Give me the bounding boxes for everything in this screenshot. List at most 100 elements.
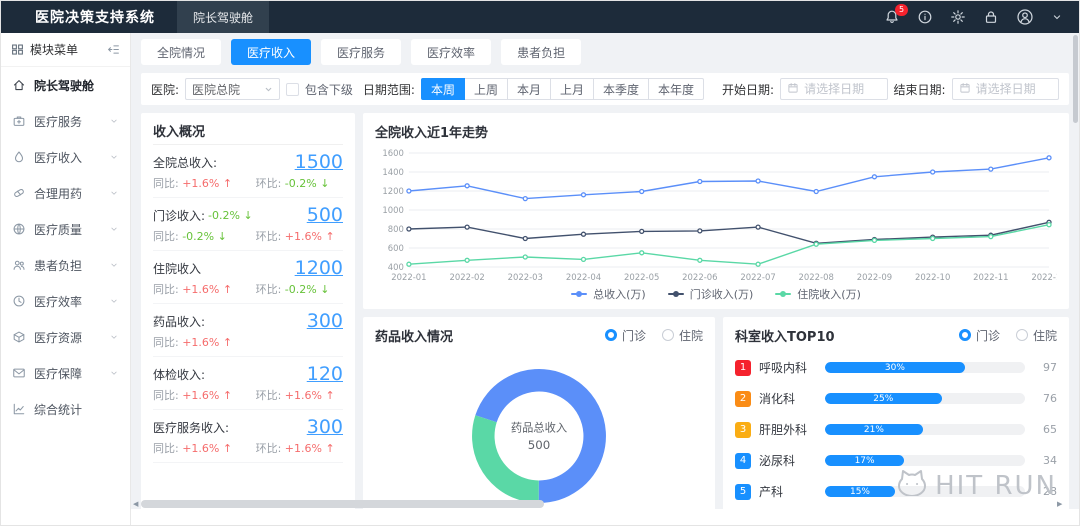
range-this-quarter[interactable]: 本季度 xyxy=(593,78,649,100)
medication-icon xyxy=(12,186,26,200)
vertical-scroll-thumb[interactable] xyxy=(1073,35,1078,123)
scroll-left-icon[interactable]: ◀ xyxy=(133,500,141,508)
range-this-month[interactable]: 本月 xyxy=(507,78,551,100)
drug-radio-inpatient[interactable]: 住院 xyxy=(662,327,703,344)
svg-text:2022-09: 2022-09 xyxy=(857,272,892,282)
app-title: 医院决策支持系统 xyxy=(35,7,155,27)
svg-text:2022-02: 2022-02 xyxy=(449,272,484,282)
drug-radio-outpatient[interactable]: 门诊 xyxy=(605,327,646,344)
sidebar-item-medical-income[interactable]: 医疗收入 xyxy=(1,139,130,175)
medical-service-icon xyxy=(12,114,26,128)
workspace-tab[interactable]: 院长驾驶舱 xyxy=(177,1,269,33)
legend-item[interactable]: 门诊收入(万) xyxy=(668,286,754,302)
svg-text:800: 800 xyxy=(388,224,404,234)
range-this-week[interactable]: 本周 xyxy=(421,78,465,100)
end-date-field[interactable] xyxy=(976,82,1052,96)
bottom-strip xyxy=(131,509,1079,526)
svg-text:2022-07: 2022-07 xyxy=(740,272,775,282)
dept-name: 消化科 xyxy=(759,390,817,407)
sidebar-item-medical-efficiency[interactable]: 医疗效率 xyxy=(1,283,130,319)
chevron-down-icon xyxy=(109,296,119,306)
chevron-down-icon[interactable] xyxy=(1051,11,1063,23)
chevron-down-icon xyxy=(109,224,119,234)
info-icon[interactable] xyxy=(917,9,933,25)
start-date-field[interactable] xyxy=(804,82,880,96)
legend-marker-icon xyxy=(775,293,791,295)
sidebar-item-medical-insurance[interactable]: 医疗保障 xyxy=(1,355,130,391)
sidebar-item-rational-drug-use[interactable]: 合理用药 xyxy=(1,175,130,211)
income-item-value-link[interactable]: 1500 xyxy=(295,152,343,172)
include-children-checkbox[interactable] xyxy=(286,83,299,96)
sidebar-item-patient-burden[interactable]: 患者负担 xyxy=(1,247,130,283)
dept-value: 65 xyxy=(1033,423,1057,436)
tab-patient-burden[interactable]: 患者负担 xyxy=(501,39,581,65)
dept-radio-inpatient[interactable]: 住院 xyxy=(1016,327,1057,344)
legend-item[interactable]: 住院收入(万) xyxy=(775,286,861,302)
rank-badge: 1 xyxy=(735,360,751,376)
dept-bar-fill: 17% xyxy=(825,455,904,466)
income-item-inpatient-income: 住院收入1200同比: +1.6% ↑环比: -0.2% ↓ xyxy=(153,251,343,304)
income-item-value-link[interactable]: 500 xyxy=(307,205,343,225)
start-date-input[interactable] xyxy=(780,78,887,100)
legend-marker-icon xyxy=(571,293,587,295)
tab-medical-income[interactable]: 医疗收入 xyxy=(231,39,311,65)
dept-top10-title: 科室收入TOP10 xyxy=(735,326,835,345)
dept-name: 泌尿科 xyxy=(759,452,817,469)
hospital-select[interactable]: 医院总院 xyxy=(185,78,280,100)
horizontal-scroll-thumb[interactable] xyxy=(141,500,544,508)
income-item-label: 住院收入 xyxy=(153,260,201,277)
legend-item[interactable]: 总收入(万) xyxy=(571,286,646,302)
range-this-year[interactable]: 本年度 xyxy=(648,78,704,100)
radio-icon xyxy=(1016,329,1028,341)
hospital-label: 医院: xyxy=(151,81,179,98)
end-date-input[interactable] xyxy=(952,78,1059,100)
sidebar-item-medical-resource[interactable]: 医疗资源 xyxy=(1,319,130,355)
sidebar-item-dashboard[interactable]: 院长驾驶舱 xyxy=(1,67,130,103)
collapse-sidebar-icon[interactable] xyxy=(107,43,120,56)
rank-badge: 2 xyxy=(735,391,751,407)
home-icon xyxy=(12,78,26,92)
trend-chart-panel: 全院收入近1年走势 40060080010001200140016002022-… xyxy=(363,113,1069,309)
income-item-note: -0.2% ↓ xyxy=(208,209,253,222)
chevron-down-icon xyxy=(109,188,119,198)
radio-icon xyxy=(662,329,674,341)
user-avatar-icon[interactable] xyxy=(1016,8,1034,26)
main-content: 全院情况医疗收入医疗服务医疗效率患者负担 医院: 医院总院 包含下级 日期范围:… xyxy=(131,33,1079,526)
gear-icon[interactable] xyxy=(950,9,966,25)
income-item-value-link[interactable]: 1200 xyxy=(295,258,343,278)
scroll-right-icon[interactable]: ▶ xyxy=(1057,500,1065,508)
income-item-medical-service-income: 医疗服务收入:300同比: +1.6% ↑环比: +1.6% ↑ xyxy=(153,410,343,463)
dept-radio-outpatient[interactable]: 门诊 xyxy=(959,327,1000,344)
income-item-value-link[interactable]: 300 xyxy=(307,311,343,331)
lock-icon[interactable] xyxy=(983,9,999,25)
income-item-value-link[interactable]: 300 xyxy=(307,417,343,437)
range-last-month[interactable]: 上月 xyxy=(550,78,594,100)
horizontal-scroll-track[interactable] xyxy=(141,500,1057,508)
income-item-physical-exam-income: 体检收入:120同比: +1.6% ↑环比: +1.6% ↑ xyxy=(153,357,343,410)
sidebar-header: 模块菜单 xyxy=(1,33,130,67)
sidebar-item-medical-service[interactable]: 医疗服务 xyxy=(1,103,130,139)
income-item-mom-value: +1.6% ↑ xyxy=(285,442,335,455)
svg-text:2022-03: 2022-03 xyxy=(508,272,543,282)
dept-name: 肝胆外科 xyxy=(759,421,817,438)
notification-badge: 5 xyxy=(895,4,908,16)
legend-marker-icon xyxy=(668,293,684,295)
svg-text:2022-06: 2022-06 xyxy=(682,272,717,282)
svg-text:1200: 1200 xyxy=(382,186,404,196)
bell-icon[interactable]: 5 xyxy=(884,9,900,25)
income-item-value-link[interactable]: 120 xyxy=(307,364,343,384)
sidebar: 模块菜单 院长驾驶舱医疗服务医疗收入合理用药医疗质量患者负担医疗效率医疗资源医疗… xyxy=(1,33,131,526)
income-overview-list: 全院总收入:1500同比: +1.6% ↑环比: -0.2% ↓门诊收入:-0.… xyxy=(153,145,343,463)
tab-hospital-overview[interactable]: 全院情况 xyxy=(141,39,221,65)
income-item-label: 体检收入: xyxy=(153,366,205,383)
tab-medical-service[interactable]: 医疗服务 xyxy=(321,39,401,65)
dept-rank-list: 1呼吸内科30%972消化科25%763肝胆外科21%654泌尿科17%345产… xyxy=(735,359,1057,500)
sidebar-item-comprehensive-statistics[interactable]: 综合统计 xyxy=(1,391,130,427)
range-last-week[interactable]: 上周 xyxy=(464,78,508,100)
vertical-scrollbar[interactable] xyxy=(1072,33,1079,509)
income-item-outpatient-income: 门诊收入:-0.2% ↓500同比: -0.2% ↓环比: +1.6% ↑ xyxy=(153,198,343,251)
chevron-down-icon xyxy=(109,368,119,378)
tab-medical-efficiency[interactable]: 医疗效率 xyxy=(411,39,491,65)
horizontal-scrollbar[interactable]: ◀ ▶ xyxy=(133,499,1065,508)
sidebar-item-medical-quality[interactable]: 医疗质量 xyxy=(1,211,130,247)
